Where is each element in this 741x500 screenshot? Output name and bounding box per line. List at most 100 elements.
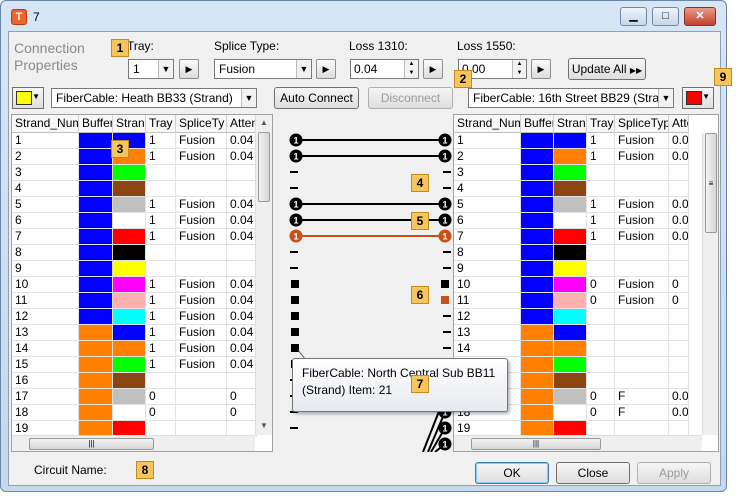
table-row[interactable]: 4 — [12, 181, 257, 197]
strand-number-cell: 1 — [12, 133, 79, 149]
table-row[interactable]: 2 1 Fusion 0.04 — [12, 149, 257, 165]
left-vscroll-thumb[interactable] — [258, 132, 270, 202]
table-row[interactable]: 7 1 Fusion 0.0 — [454, 229, 689, 245]
right-horizontal-scrollbar[interactable]: ||| — [454, 435, 702, 451]
table-row[interactable]: 2 1 Fusion 0.0 — [454, 149, 689, 165]
close-button[interactable]: Close — [556, 462, 630, 484]
right-column-header[interactable]: Strand_Num — [454, 115, 521, 133]
table-row[interactable]: 3 — [454, 165, 689, 181]
left-column-header[interactable]: Atten — [227, 115, 257, 133]
table-row[interactable]: 5 1 Fusion 0.0 — [454, 197, 689, 213]
spin-arrows-icon[interactable]: ▲ ▼ — [404, 60, 418, 78]
right-column-header[interactable]: Tray — [587, 115, 615, 133]
attenuation-cell: 0 — [227, 389, 257, 405]
right-column-header[interactable]: Atte — [669, 115, 689, 133]
table-row[interactable]: 10 0 Fusion 0 — [454, 277, 689, 293]
left-color-picker[interactable]: ▼ — [12, 87, 44, 109]
table-row[interactable]: 17 0 0 — [12, 389, 257, 405]
loss-1310-apply-button[interactable]: ▶ — [423, 59, 443, 79]
right-column-header[interactable]: Buffer — [521, 115, 554, 133]
table-row[interactable]: 9 — [454, 261, 689, 277]
right-hscroll-thumb[interactable]: ||| — [471, 438, 601, 450]
connection-properties-heading: Connection Properties — [14, 40, 85, 73]
strand-color-cell — [554, 357, 587, 373]
apply-button[interactable]: Apply — [637, 462, 711, 484]
strand-color-cell — [113, 389, 146, 405]
left-horizontal-scrollbar[interactable]: ||| — [12, 435, 255, 451]
buffer-color-cell — [521, 229, 554, 245]
table-row[interactable]: 8 — [12, 245, 257, 261]
loss-1310-input[interactable]: 0.04 ▲ ▼ — [350, 59, 419, 79]
right-vscroll-thumb[interactable]: ≡ — [705, 133, 717, 233]
table-row[interactable]: 8 — [454, 245, 689, 261]
strand-end-marker[interactable] — [441, 296, 449, 304]
table-row[interactable]: 14 — [454, 341, 689, 357]
left-column-header[interactable]: Strand_Num — [12, 115, 79, 133]
spin-up-icon[interactable]: ▲ — [409, 61, 415, 67]
table-row[interactable]: 13 — [454, 325, 689, 341]
left-hscroll-thumb[interactable]: ||| — [29, 438, 154, 450]
callout-badge-9: 9 — [714, 68, 732, 86]
buffer-color-cell — [79, 229, 113, 245]
table-row[interactable]: 7 1 Fusion 0.04 — [12, 229, 257, 245]
table-row[interactable]: 11 0 Fusion 0 — [454, 293, 689, 309]
table-row[interactable]: 5 1 Fusion 0.04 — [12, 197, 257, 213]
table-row[interactable]: 9 — [12, 261, 257, 277]
attenuation-cell: 0.04 — [227, 133, 257, 149]
left-column-header[interactable]: Tray — [146, 115, 176, 133]
disconnect-button[interactable]: Disconnect — [368, 87, 453, 109]
left-column-header[interactable]: Buffer — [79, 115, 113, 133]
left-strand-grid[interactable]: Strand_Num Buffer Stran Tray SpliceTy Atten 1… — [11, 114, 273, 452]
table-row[interactable]: 6 1 Fusion 0.0 — [454, 213, 689, 229]
right-column-header[interactable]: SpliceType — [615, 115, 669, 133]
strand-end-marker[interactable] — [291, 344, 299, 352]
left-cable-select[interactable]: FiberCable: Heath BB33 (Strand) ▼ — [51, 88, 257, 108]
table-row[interactable]: 1 1 Fusion 0.0 — [454, 133, 689, 149]
minimize-button[interactable]: ▁ — [620, 7, 647, 26]
strand-end-marker[interactable] — [291, 280, 299, 288]
tray-select[interactable]: 1 ▼ — [128, 59, 174, 79]
scroll-down-icon[interactable]: ▼ — [256, 418, 272, 434]
left-column-header[interactable]: SpliceTy — [176, 115, 227, 133]
table-row[interactable]: 4 — [454, 181, 689, 197]
table-row[interactable]: 18 0 0 — [12, 405, 257, 421]
right-color-picker[interactable]: ▼ — [682, 87, 714, 109]
auto-connect-button[interactable]: Auto Connect — [274, 87, 359, 109]
ok-button[interactable]: OK — [475, 462, 549, 484]
scroll-up-icon[interactable]: ▲ — [256, 115, 272, 131]
right-vertical-scrollbar[interactable]: ≡ — [702, 133, 718, 435]
table-row[interactable]: 15 1 Fusion 0.04 — [12, 357, 257, 373]
left-vertical-scrollbar[interactable]: ▲ ▼ — [255, 115, 272, 435]
strand-end-marker[interactable] — [291, 296, 299, 304]
update-all-button[interactable]: Update All ▶▶ — [568, 58, 646, 80]
table-row[interactable]: 10 1 Fusion 0.04 — [12, 277, 257, 293]
strand-color-cell — [113, 197, 146, 213]
strand-end-marker[interactable] — [291, 328, 299, 336]
splice-type-select[interactable]: Fusion ▼ — [214, 59, 312, 79]
maximize-button[interactable]: □ — [652, 7, 679, 26]
loss-1550-apply-button[interactable]: ▶ — [531, 59, 551, 79]
right-cable-select[interactable]: FiberCable: 16th Street BB29 (Strand) ▼ — [468, 88, 674, 108]
table-row[interactable]: 6 1 Fusion 0.04 — [12, 213, 257, 229]
table-row[interactable]: 1 1 Fusion 0.04 — [12, 133, 257, 149]
spin-up-icon[interactable]: ▲ — [517, 61, 523, 67]
table-row[interactable]: 11 1 Fusion 0.04 — [12, 293, 257, 309]
close-window-button[interactable]: ✕ — [684, 7, 716, 26]
spin-down-icon[interactable]: ▼ — [517, 70, 523, 76]
splice-type-apply-button[interactable]: ▶ — [316, 59, 336, 79]
table-row[interactable]: 12 1 Fusion 0.04 — [12, 309, 257, 325]
spin-arrows-icon[interactable]: ▲ ▼ — [512, 60, 526, 78]
table-row[interactable]: 12 — [454, 309, 689, 325]
table-row[interactable]: 14 1 Fusion 0.04 — [12, 341, 257, 357]
spin-down-icon[interactable]: ▼ — [409, 70, 415, 76]
buffer-color-cell — [521, 293, 554, 309]
right-column-header[interactable]: Stran — [554, 115, 587, 133]
tray-apply-button[interactable]: ▶ — [179, 59, 199, 79]
table-row[interactable]: 16 — [12, 373, 257, 389]
table-row[interactable]: 13 1 Fusion 0.04 — [12, 325, 257, 341]
table-row[interactable]: 3 — [12, 165, 257, 181]
strand-end-marker[interactable] — [441, 280, 449, 288]
strand-end-marker[interactable] — [291, 312, 299, 320]
left-column-header[interactable]: Stran — [113, 115, 146, 133]
strand-color-cell — [113, 229, 146, 245]
